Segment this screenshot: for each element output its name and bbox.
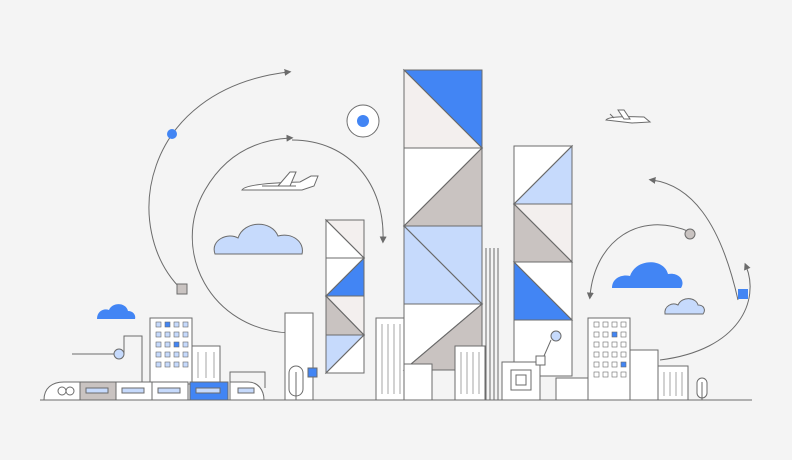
orbit-arrow-icon — [148, 68, 292, 291]
cloud-icon — [213, 223, 303, 255]
cloud-icon — [97, 304, 136, 319]
orbit-node — [738, 289, 748, 299]
building-lines — [375, 317, 405, 401]
tree-icon — [696, 377, 708, 400]
building-left — [149, 317, 221, 385]
orbit-node — [176, 283, 188, 295]
tower-c — [512, 144, 574, 377]
sun-icon — [346, 104, 380, 138]
city-illustration — [40, 68, 752, 401]
building-lines — [454, 345, 486, 401]
building-box — [555, 377, 589, 401]
blue-node — [307, 367, 318, 378]
airplane-icon — [241, 171, 319, 191]
train-icon — [43, 381, 265, 401]
orbit-node — [167, 129, 177, 139]
cloud-icon — [664, 298, 705, 315]
airplane-icon — [605, 109, 652, 124]
orbit-node — [684, 228, 696, 240]
building-right — [587, 317, 689, 401]
antenna-lines — [485, 248, 499, 400]
lamp-post — [72, 335, 143, 384]
cloud-icon — [612, 262, 683, 288]
tower-a — [324, 218, 366, 375]
